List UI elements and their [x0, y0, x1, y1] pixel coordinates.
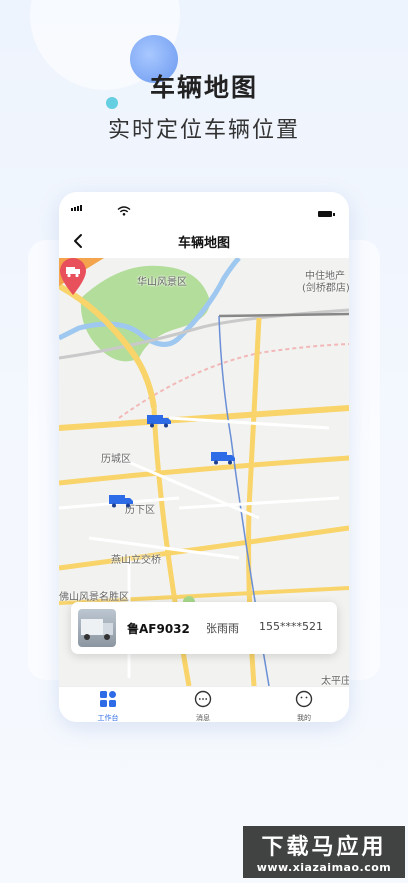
truck-icon[interactable]	[109, 494, 134, 508]
page-subtitle: 实时定位车辆位置	[107, 118, 300, 143]
bottom-tab-bar: 工作台 消息 我的	[59, 686, 349, 722]
tab-messages[interactable]: 消息	[173, 690, 233, 722]
vehicle-photo	[78, 609, 116, 647]
nav-bar: 车辆地图	[59, 224, 349, 258]
driver-name: 张雨雨	[206, 622, 239, 635]
truck-icon[interactable]	[211, 451, 236, 465]
tab-label: 消息	[196, 714, 210, 722]
phone-mockup: 车辆地图 华山风景区 中住地产 (剑桥郡店) 历城区 历下区 燕山立交桥 佛山风…	[59, 192, 349, 722]
battery-icon	[318, 211, 335, 217]
location-pin-icon[interactable]	[59, 258, 87, 296]
site-watermark: 下载马应用 www.xiazaimao.com	[243, 826, 405, 878]
nav-title: 车辆地图	[177, 236, 230, 251]
map-view[interactable]: 华山风景区 中住地产 (剑桥郡店) 历城区 历下区 燕山立交桥 佛山风景名胜区 …	[59, 258, 349, 686]
driver-phone: 155****521	[259, 620, 323, 633]
map-label: 佛山风景名胜区	[59, 592, 129, 603]
map-label: 华山风景区	[137, 277, 187, 288]
watermark-main: 下载马应用	[261, 835, 387, 860]
tab-profile[interactable]: 我的	[274, 690, 334, 722]
tab-label: 工作台	[97, 714, 119, 722]
grid-icon	[100, 691, 116, 707]
map-label: (剑桥郡店)	[302, 283, 349, 294]
smiley-icon	[295, 690, 313, 708]
map-label: 燕山立交桥	[111, 555, 161, 566]
chat-bubble-icon	[194, 690, 212, 708]
vehicle-plate: 鲁AF9032	[127, 622, 190, 636]
wifi-icon	[117, 206, 131, 216]
tab-workbench[interactable]: 工作台	[78, 690, 138, 722]
map-label: 历城区	[101, 454, 131, 465]
vehicle-info-card[interactable]: 鲁AF9032 张雨雨 155****521	[71, 602, 337, 654]
tab-label: 我的	[297, 714, 311, 722]
status-bar	[59, 192, 349, 224]
map-label: 太平庄	[321, 676, 349, 686]
watermark-url: www.xiazaimao.com	[256, 861, 392, 874]
page-title: 车辆地图	[149, 73, 258, 102]
truck-icon[interactable]	[147, 414, 172, 428]
